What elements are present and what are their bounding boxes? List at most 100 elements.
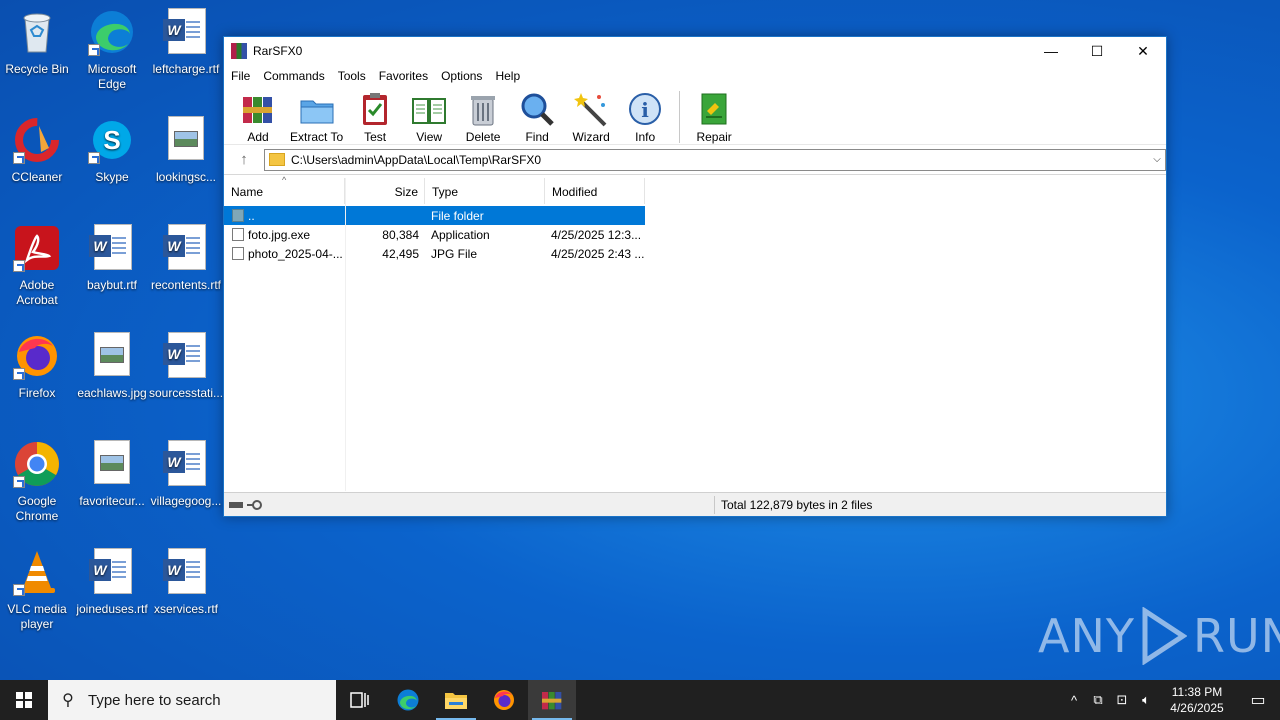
desktop-icon-eachlaws[interactable]: eachlaws.jpg [75,332,149,401]
up-arrow-icon[interactable]: ↑ [224,151,264,168]
recycle-bin-icon [13,8,61,56]
table-row[interactable]: foto.jpg.exe 80,384 Application 4/25/202… [224,225,645,244]
svg-text:S: S [103,125,120,155]
menu-bar: File Commands Tools Favorites Options He… [224,65,1166,87]
taskbar-search[interactable]: ⚲ Type here to search [48,680,336,720]
desktop-icon-label: leftcharge.rtf [152,62,220,76]
file-rows: .. File folder foto.jpg.exe 80,384 Appli… [224,206,645,263]
desktop-icon-adobe-acrobat[interactable]: Adobe Acrobat [0,224,74,308]
window-title: RarSFX0 [253,44,303,58]
chevron-up-icon[interactable]: ^ [1062,693,1086,708]
ccleaner-icon [13,116,61,164]
start-button[interactable] [0,680,48,720]
column-type-label: Type [432,185,459,199]
repair-button[interactable]: Repair [692,91,736,144]
test-button[interactable]: Test [353,91,397,144]
add-button[interactable]: Add [236,91,280,144]
desktop-icon-label: eachlaws.jpg [77,386,147,400]
info-icon: i [627,91,663,127]
desktop-icon-label: Adobe Acrobat [16,278,58,307]
menu-help[interactable]: Help [495,69,520,83]
winrar-app-icon [231,43,247,59]
desktop-icon-joineduses[interactable]: W joineduses.rtf [75,548,149,617]
column-name-label: Name [231,185,264,199]
view-label: View [416,130,443,144]
desktop-icon-label: villagegoog... [150,494,222,508]
address-bar: ↑ C:\Users\admin\AppData\Local\Temp\RarS… [224,145,1166,175]
desktop-icon-firefox[interactable]: Firefox [0,332,74,401]
info-button[interactable]: i Info [623,91,667,144]
desktop-icon-microsoft-edge[interactable]: Microsoft Edge [75,8,149,92]
taskbar-winrar[interactable] [528,680,576,720]
delete-label: Delete [465,130,501,144]
trash-icon [465,91,501,127]
repair-icon [696,91,732,127]
column-header-modified[interactable]: Modified [545,178,645,204]
toolbar-separator [679,91,681,143]
desktop-icon-sourcesstati[interactable]: W sourcesstati... [149,332,223,401]
desktop-icon-leftcharge[interactable]: W leftcharge.rtf [149,8,223,77]
column-header-size[interactable]: Size [345,178,425,204]
desktop-icon-vlc[interactable]: VLC media player [0,548,74,632]
desktop-icon-google-chrome[interactable]: Google Chrome [0,440,74,524]
view-button[interactable]: View [407,91,451,144]
desktop-icon-label: Skype [95,170,129,184]
desktop-icon-label: Microsoft Edge [87,62,137,91]
desktop-icon-favoritecur[interactable]: favoritecur... [75,440,149,509]
close-button[interactable]: ✕ [1120,37,1166,65]
volume-icon[interactable]: 🔈︎ [1134,692,1158,708]
desktop-icon-recontents[interactable]: W recontents.rtf [149,224,223,293]
anyrun-watermark: ANY RUN [1038,606,1280,666]
word-doc-icon: W [162,224,210,272]
menu-options[interactable]: Options [441,69,482,83]
desktop-icon-xservices[interactable]: W xservices.rtf [149,548,223,617]
desktop-icon-label: VLC media player [7,602,67,631]
desktop-icon-baybut[interactable]: W baybut.rtf [75,224,149,293]
desktop-icon-skype[interactable]: S Skype [75,116,149,185]
notification-icon[interactable]: ▭ [1236,690,1280,710]
folder-icon [445,693,467,709]
menu-commands[interactable]: Commands [263,69,324,83]
taskbar-firefox[interactable] [480,680,528,720]
task-view-button[interactable] [336,680,384,720]
clock[interactable]: 11:38 PM 4/26/2025 [1158,684,1236,716]
table-row[interactable]: photo_2025-04-... 42,495 JPG File 4/25/2… [224,244,645,263]
column-headers: Name Size Type Modified [224,178,645,204]
table-row[interactable]: .. File folder [224,206,645,225]
chevron-down-icon[interactable]: ⌵ [1149,154,1165,165]
desktop-icon-ccleaner[interactable]: CCleaner [0,116,74,185]
desktop-icon-villagegoog[interactable]: W villagegoog... [149,440,223,509]
taskbar-edge[interactable] [384,680,432,720]
column-header-type[interactable]: Type [425,178,545,204]
desktop-icon-label: Recycle Bin [5,62,69,76]
network-icon[interactable]: ⊡ [1110,692,1134,708]
search-icon: ⚲ [62,692,74,709]
minimize-button[interactable]: — [1028,37,1074,65]
extract-to-button[interactable]: Extract To [290,91,343,144]
menu-tools[interactable]: Tools [338,69,366,83]
menu-file[interactable]: File [231,69,250,83]
winrar-window: RarSFX0 — ☐ ✕ File Commands Tools Favori… [223,36,1167,517]
desktop-icon-label: CCleaner [11,170,63,184]
wizard-label: Wizard [572,130,610,144]
status-text: Total 122,879 bytes in 2 files [721,497,873,512]
delete-button[interactable]: Delete [461,91,505,144]
device-icon[interactable]: ⧉ [1086,692,1110,708]
desktop-icon-recycle-bin[interactable]: Recycle Bin [0,8,74,77]
desktop-icon-label: Google Chrome [15,494,59,523]
wizard-button[interactable]: Wizard [569,91,613,144]
firefox-icon [494,690,514,710]
desktop-icon-label: xservices.rtf [153,602,218,616]
svg-text:i: i [641,98,649,122]
title-bar[interactable]: RarSFX0 — ☐ ✕ [224,37,1166,65]
path-input[interactable]: C:\Users\admin\AppData\Local\Temp\RarSFX… [264,148,1166,171]
menu-favorites[interactable]: Favorites [379,69,428,83]
test-label: Test [364,130,387,144]
taskbar: ⚲ Type here to search ^ ⧉ ⊡ 🔈︎ 11:38 PM … [0,680,1280,720]
clock-date: 4/26/2025 [1170,701,1224,715]
taskbar-file-explorer[interactable] [432,680,480,720]
desktop-icon-lookingsc[interactable]: lookingsc... [149,116,223,185]
maximize-button[interactable]: ☐ [1074,37,1120,65]
find-button[interactable]: Find [515,91,559,144]
desktop-icon-label: sourcesstati... [149,386,224,400]
